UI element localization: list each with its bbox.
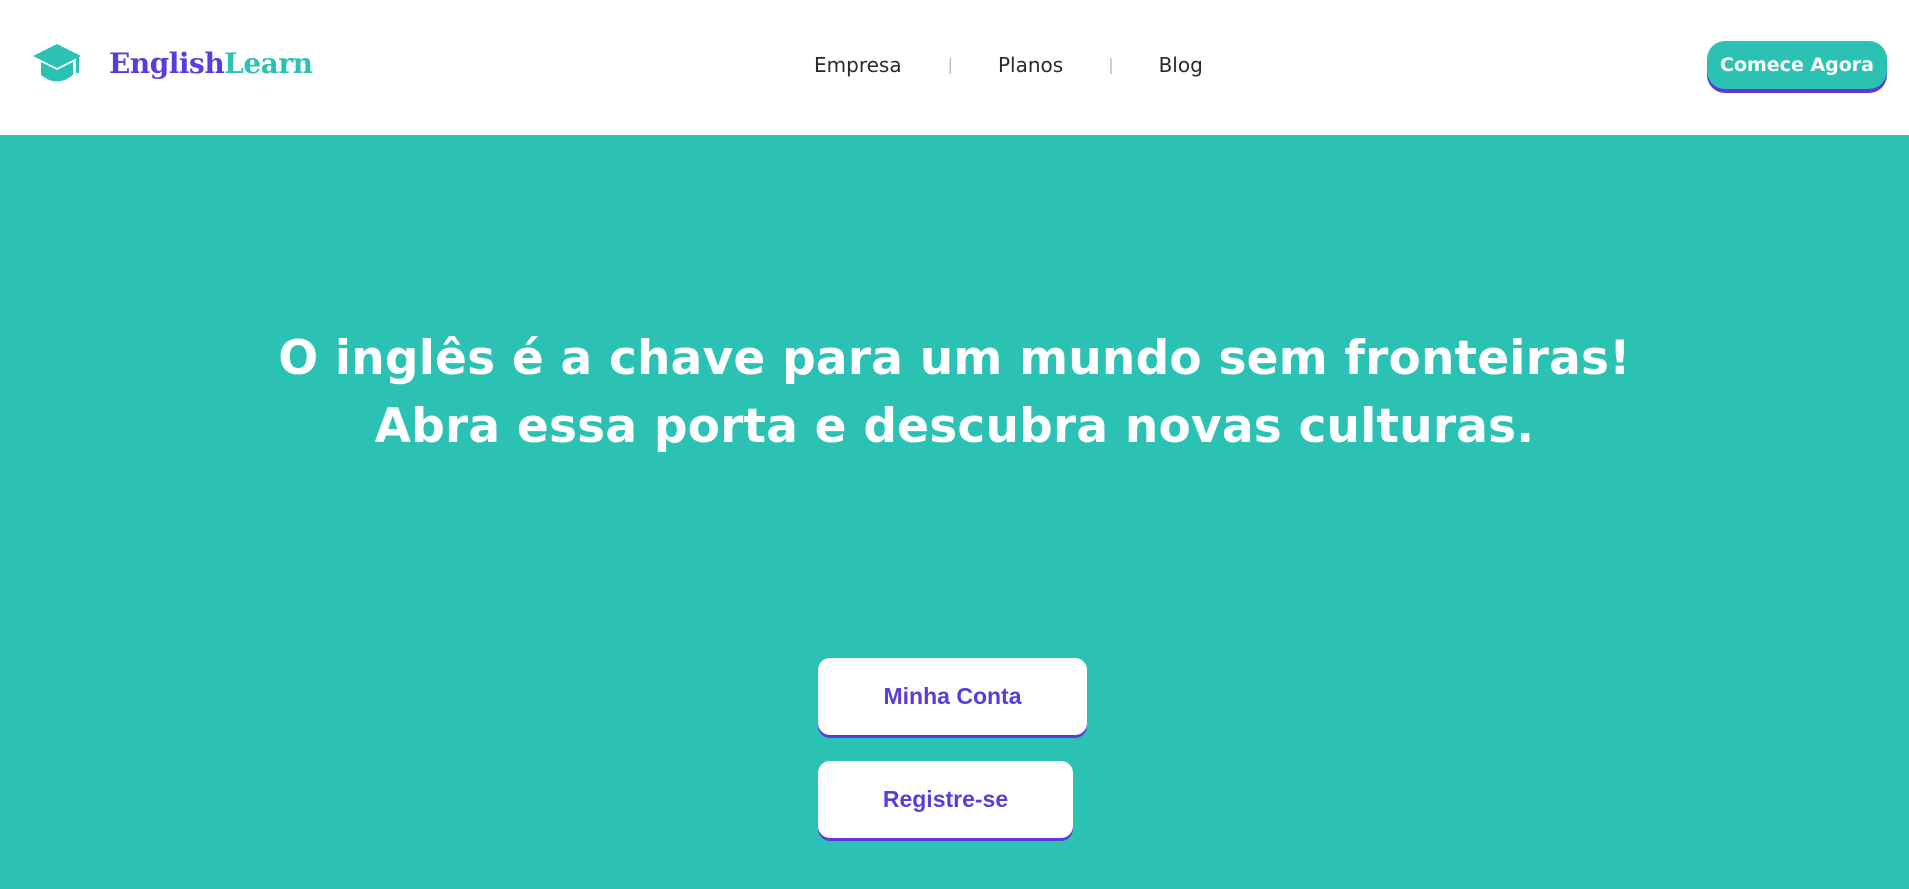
page: EnglishLearn Empresa | Planos | Blog Com… xyxy=(0,0,1909,889)
my-account-button[interactable]: Minha Conta xyxy=(818,658,1087,735)
hero-headline-line-2: Abra essa porta e descubra novas cultura… xyxy=(374,399,1535,454)
nav-separator: | xyxy=(1108,55,1114,74)
nav-item-planos[interactable]: Planos xyxy=(998,48,1063,82)
start-now-button[interactable]: Comece Agora xyxy=(1707,41,1887,89)
nav-separator: | xyxy=(947,55,953,74)
logo-text-learn: Learn xyxy=(224,47,313,80)
hero-headline-line-1: O inglês é a chave para um mundo sem fro… xyxy=(278,331,1631,386)
site-header: EnglishLearn Empresa | Planos | Blog Com… xyxy=(0,0,1909,135)
hero-headline: O inglês é a chave para um mundo sem fro… xyxy=(0,325,1909,461)
logo-link[interactable]: EnglishLearn xyxy=(32,42,313,86)
logo-text-english: English xyxy=(109,47,225,80)
graduation-cap-icon xyxy=(33,44,81,82)
nav-item-blog[interactable]: Blog xyxy=(1159,48,1203,82)
nav-item-empresa[interactable]: Empresa xyxy=(814,48,902,82)
register-button[interactable]: Registre-se xyxy=(818,761,1073,838)
main-nav: Empresa | Planos | Blog xyxy=(814,48,1203,82)
hero-section: O inglês é a chave para um mundo sem fro… xyxy=(0,135,1909,889)
logo-wordmark: EnglishLearn xyxy=(109,42,313,86)
